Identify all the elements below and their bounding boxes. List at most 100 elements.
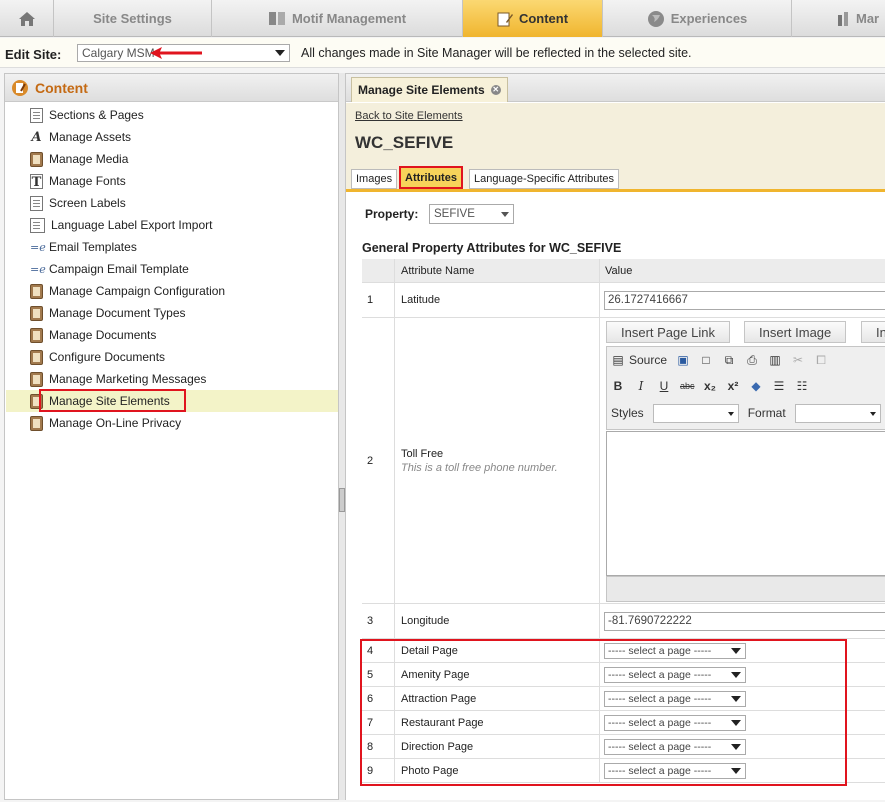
select-value: ----- select a page ----- xyxy=(608,669,712,681)
sidebar-item-label: Campaign Email Template xyxy=(49,262,189,276)
latitude-input[interactable]: 26.1727416667 xyxy=(604,291,885,310)
toolbar-row-1: ▤ Source ▣ □ ⧉ ⎙ ▥ ✂ ⧠ xyxy=(611,349,828,371)
sidebar-item-manage-site-elements[interactable]: Manage Site Elements xyxy=(6,390,338,412)
tab-marketing[interactable]: Mar xyxy=(792,0,885,37)
templates-icon[interactable]: ▥ xyxy=(768,353,782,367)
row-number: 8 xyxy=(362,735,395,758)
sidebar-item-campaign-configuration[interactable]: Manage Campaign Configuration xyxy=(6,280,338,302)
select-value: ----- select a page ----- xyxy=(608,717,712,729)
sidebar-item-label: Manage On-Line Privacy xyxy=(49,416,182,430)
close-icon[interactable]: ✕ xyxy=(490,85,501,95)
row-number: 9 xyxy=(362,759,395,782)
styles-select[interactable] xyxy=(652,403,739,423)
tab-content[interactable]: Content xyxy=(463,0,603,37)
subtab-images[interactable]: Images xyxy=(351,169,398,189)
content-sidebar: Content Sections & Pages A Manage Assets… xyxy=(4,73,339,800)
print-icon[interactable]: ⎙ xyxy=(745,353,759,367)
format-select[interactable] xyxy=(794,403,881,423)
back-to-site-elements-link[interactable]: Back to Site Elements xyxy=(355,110,463,122)
tab-motif-label: Motif Management xyxy=(291,11,407,26)
insert-more-button[interactable]: In xyxy=(861,321,885,343)
sidebar-item-manage-fonts[interactable]: T Manage Fonts xyxy=(6,170,338,192)
tab-experiences[interactable]: Experiences xyxy=(603,0,792,37)
sidebar-item-marketing-messages[interactable]: Manage Marketing Messages xyxy=(6,368,338,390)
restaurant-page-select[interactable]: ----- select a page ----- xyxy=(604,715,746,731)
underline-icon[interactable]: U xyxy=(657,379,671,393)
button-label: Insert Image xyxy=(759,324,832,340)
sidebar-item-label: Manage Fonts xyxy=(49,174,126,188)
bold-icon[interactable]: B xyxy=(611,379,625,393)
insert-image-button[interactable]: Insert Image xyxy=(744,321,847,343)
attribute-value-cell: ----- select a page ----- xyxy=(600,687,885,710)
sidebar-item-manage-documents[interactable]: Manage Documents xyxy=(6,324,338,346)
subtab-language-specific-attributes[interactable]: Language-Specific Attributes xyxy=(469,169,620,189)
sidebar-item-online-privacy[interactable]: Manage On-Line Privacy xyxy=(6,412,338,434)
panel-tab-label: Manage Site Elements xyxy=(358,83,485,97)
sidebar-item-campaign-email-template[interactable]: =e Campaign Email Template xyxy=(6,258,338,280)
media-icon xyxy=(30,151,43,167)
editor-text-area[interactable] xyxy=(606,431,885,576)
book-icon xyxy=(30,393,43,409)
attribute-value-cell: 26.1727416667 xyxy=(600,283,885,317)
book-icon xyxy=(30,305,43,321)
chevron-down-icon xyxy=(501,212,509,217)
tab-home[interactable] xyxy=(0,0,54,37)
row-number: 1 xyxy=(362,283,395,317)
sidebar-item-manage-media[interactable]: Manage Media xyxy=(6,148,338,170)
sidebar-item-email-templates[interactable]: =e Email Templates xyxy=(6,236,338,258)
subscript-icon[interactable]: x₂ xyxy=(703,379,717,393)
subtab-attributes[interactable]: Attributes xyxy=(399,166,463,189)
site-change-note: All changes made in Site Manager will be… xyxy=(301,46,692,60)
marketing-icon xyxy=(838,11,848,26)
email-icon: =e xyxy=(30,240,46,254)
new-page-icon[interactable]: □ xyxy=(699,353,713,367)
sidebar-item-language-label-export[interactable]: Language Label Export Import xyxy=(6,214,338,236)
content-icon xyxy=(497,12,513,26)
toolbar-row-3: Styles Format xyxy=(611,402,881,424)
sidebar-item-manage-assets[interactable]: A Manage Assets xyxy=(6,126,338,148)
italic-icon[interactable]: I xyxy=(634,379,648,393)
chevron-down-icon xyxy=(869,411,876,416)
font-t-icon: T xyxy=(30,173,43,190)
cut-icon[interactable]: ✂ xyxy=(791,353,805,367)
subtab-label: Language-Specific Attributes xyxy=(474,173,615,185)
sidebar-item-label: Manage Site Elements xyxy=(49,394,170,408)
direction-page-select[interactable]: ----- select a page ----- xyxy=(604,739,746,755)
superscript-icon[interactable]: x² xyxy=(726,379,740,393)
amenity-page-select[interactable]: ----- select a page ----- xyxy=(604,667,746,683)
table-row: 7 Restaurant Page ----- select a page --… xyxy=(362,711,885,735)
sidebar-item-label: Configure Documents xyxy=(49,350,166,364)
subtab-underline xyxy=(346,189,885,192)
numbered-list-icon[interactable]: ☰ xyxy=(772,379,786,393)
sidebar-item-label: Language Label Export Import xyxy=(51,218,213,232)
source-icon[interactable]: ▤ xyxy=(611,353,625,367)
sidebar-item-configure-documents[interactable]: Configure Documents xyxy=(6,346,338,368)
column-header-value: Value xyxy=(600,259,885,282)
row-number: 6 xyxy=(362,687,395,710)
remove-format-icon[interactable]: ◆ xyxy=(749,379,763,393)
strikethrough-icon[interactable]: abc xyxy=(680,379,695,393)
sidebar-item-document-types[interactable]: Manage Document Types xyxy=(6,302,338,324)
tab-manage-site-elements[interactable]: Manage Site Elements ✕ xyxy=(351,77,508,102)
top-nav: Site Settings Motif Management Content E… xyxy=(0,0,885,37)
sidebar-item-screen-labels[interactable]: Screen Labels xyxy=(6,192,338,214)
tab-motif-management[interactable]: Motif Management xyxy=(212,0,463,37)
attraction-page-select[interactable]: ----- select a page ----- xyxy=(604,691,746,707)
insert-page-link-button[interactable]: Insert Page Link xyxy=(606,321,730,343)
tab-site-settings[interactable]: Site Settings xyxy=(54,0,212,37)
select-value: ----- select a page ----- xyxy=(608,693,712,705)
attribute-description: This is a toll free phone number. xyxy=(401,461,558,474)
tab-content-label: Content xyxy=(518,11,569,26)
bulleted-list-icon[interactable]: ☷ xyxy=(795,379,809,393)
section-title: General Property Attributes for WC_SEFIV… xyxy=(362,241,622,255)
book-icon xyxy=(30,415,43,431)
photo-page-select[interactable]: ----- select a page ----- xyxy=(604,763,746,779)
property-select[interactable]: SEFIVE xyxy=(429,204,514,224)
sidebar-item-sections-pages[interactable]: Sections & Pages xyxy=(6,104,338,126)
detail-page-select[interactable]: ----- select a page ----- xyxy=(604,643,746,659)
source-button[interactable]: Source xyxy=(629,353,667,367)
longitude-input[interactable]: -81.7690722222 xyxy=(604,612,885,631)
preview-icon[interactable]: ⧉ xyxy=(722,353,736,367)
save-icon[interactable]: ▣ xyxy=(676,353,690,367)
copy-icon[interactable]: ⧠ xyxy=(814,353,828,367)
